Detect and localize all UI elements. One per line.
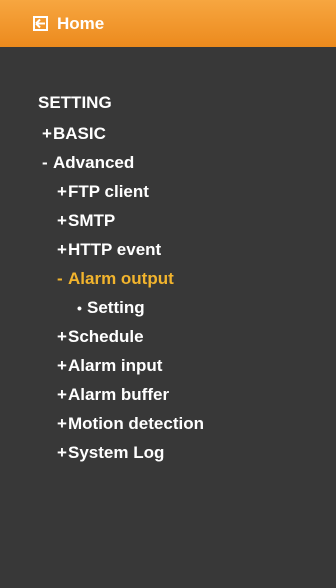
sidebar-header: Home: [0, 0, 336, 47]
expand-plus-icon: +: [57, 210, 67, 230]
menu-item-alarm-buffer-label[interactable]: Alarm buffer: [68, 385, 169, 405]
settings-menu: SETTING + BASIC - Advanced + FTP client …: [0, 87, 336, 467]
menu-item-setting[interactable]: • Setting: [0, 293, 336, 322]
bullet-icon: •: [77, 299, 82, 316]
menu-item-basic-label[interactable]: BASIC: [53, 124, 106, 144]
menu-item-advanced[interactable]: - Advanced: [0, 148, 336, 177]
back-arrow-icon[interactable]: [33, 16, 48, 31]
menu-item-smtp-label[interactable]: SMTP: [68, 211, 115, 231]
expand-plus-icon: +: [57, 326, 67, 346]
menu-item-http-event-label[interactable]: HTTP event: [68, 240, 161, 260]
expand-plus-icon: +: [57, 355, 67, 375]
menu-item-smtp[interactable]: + SMTP: [0, 206, 336, 235]
menu-item-system-log[interactable]: + System Log: [0, 438, 336, 467]
expand-plus-icon: +: [57, 413, 67, 433]
menu-item-alarm-input-label[interactable]: Alarm input: [68, 356, 162, 376]
menu-item-alarm-output-label[interactable]: Alarm output: [68, 269, 174, 289]
menu-item-http-event[interactable]: + HTTP event: [0, 235, 336, 264]
menu-item-ftp-client-label[interactable]: FTP client: [68, 182, 149, 202]
collapse-minus-icon: -: [42, 152, 48, 172]
menu-item-alarm-output[interactable]: - Alarm output: [0, 264, 336, 293]
menu-title-text: SETTING: [38, 93, 112, 112]
menu-item-ftp-client[interactable]: + FTP client: [0, 177, 336, 206]
menu-item-alarm-buffer[interactable]: + Alarm buffer: [0, 380, 336, 409]
menu-item-basic[interactable]: + BASIC: [0, 119, 336, 148]
expand-plus-icon: +: [42, 123, 52, 143]
menu-item-schedule[interactable]: + Schedule: [0, 322, 336, 351]
menu-item-schedule-label[interactable]: Schedule: [68, 327, 144, 347]
expand-plus-icon: +: [57, 239, 67, 259]
menu-title: SETTING: [0, 87, 336, 119]
home-label[interactable]: Home: [57, 14, 104, 34]
home-link[interactable]: Home: [0, 14, 104, 34]
expand-plus-icon: +: [57, 384, 67, 404]
menu-item-setting-label[interactable]: Setting: [87, 298, 145, 318]
sidebar-panel: Home SETTING + BASIC - Advanced + FTP cl…: [0, 0, 336, 588]
menu-item-motion-detection[interactable]: + Motion detection: [0, 409, 336, 438]
menu-item-motion-detection-label[interactable]: Motion detection: [68, 414, 204, 434]
menu-item-system-log-label[interactable]: System Log: [68, 443, 164, 463]
expand-plus-icon: +: [57, 442, 67, 462]
menu-item-alarm-input[interactable]: + Alarm input: [0, 351, 336, 380]
expand-plus-icon: +: [57, 181, 67, 201]
collapse-minus-icon: -: [57, 268, 63, 288]
menu-item-advanced-label[interactable]: Advanced: [53, 153, 134, 173]
